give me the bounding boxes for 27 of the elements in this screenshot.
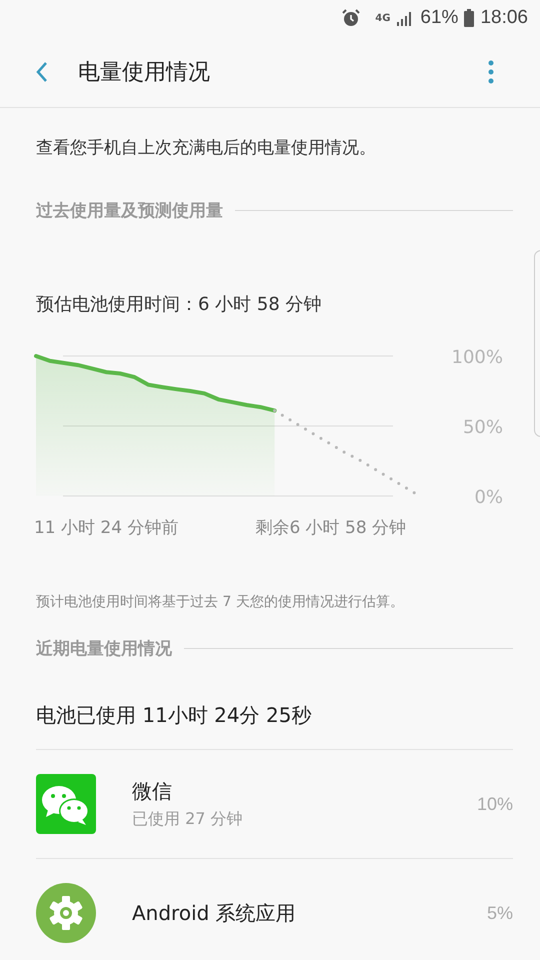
more-dots-icon [488, 60, 494, 84]
gear-icon [36, 883, 96, 943]
usage-time: 已使用 27 分钟 [132, 809, 244, 830]
alarm-icon [341, 8, 362, 28]
app-row[interactable]: 微信 已使用 27 分钟 10% [36, 749, 513, 858]
axis-label: 50% [462, 417, 503, 438]
chat-bubbles-icon [36, 774, 96, 834]
axis-label: 100% [452, 347, 503, 368]
section-header: 近期电量使用情况 [36, 638, 172, 660]
page-title: 电量使用情况 [78, 58, 211, 86]
app-name: 微信 [132, 778, 173, 805]
network-label: 4G [375, 12, 390, 24]
app-row[interactable]: Android 系统应用 5% [36, 858, 513, 960]
axis-label: 0% [474, 487, 503, 508]
battery-icon [464, 9, 474, 27]
axis-label: 剩余6 小时 58 分钟 [255, 518, 406, 538]
description-text: 查看您手机自上次充满电后的电量使用情况。 [35, 137, 377, 159]
axis-label: 11 小时 24 分钟前 [34, 518, 178, 538]
estimate-text: 预估电池使用时间：6 小时 58 分钟 [35, 293, 323, 316]
section-header: 过去使用量及预测使用量 [36, 200, 223, 222]
battery-percent: 61% [420, 7, 458, 29]
usage-percent: 10% [476, 794, 513, 814]
note-text: 预计电池使用时间将基于过去 7 天您的使用情况进行估算。 [35, 593, 405, 611]
app-name: Android 系统应用 [132, 900, 297, 926]
usage-percent: 5% [486, 902, 513, 924]
total-usage-text: 电池已使用 11小时 24分 25秒 [35, 702, 312, 729]
clock: 18:06 [480, 7, 528, 29]
